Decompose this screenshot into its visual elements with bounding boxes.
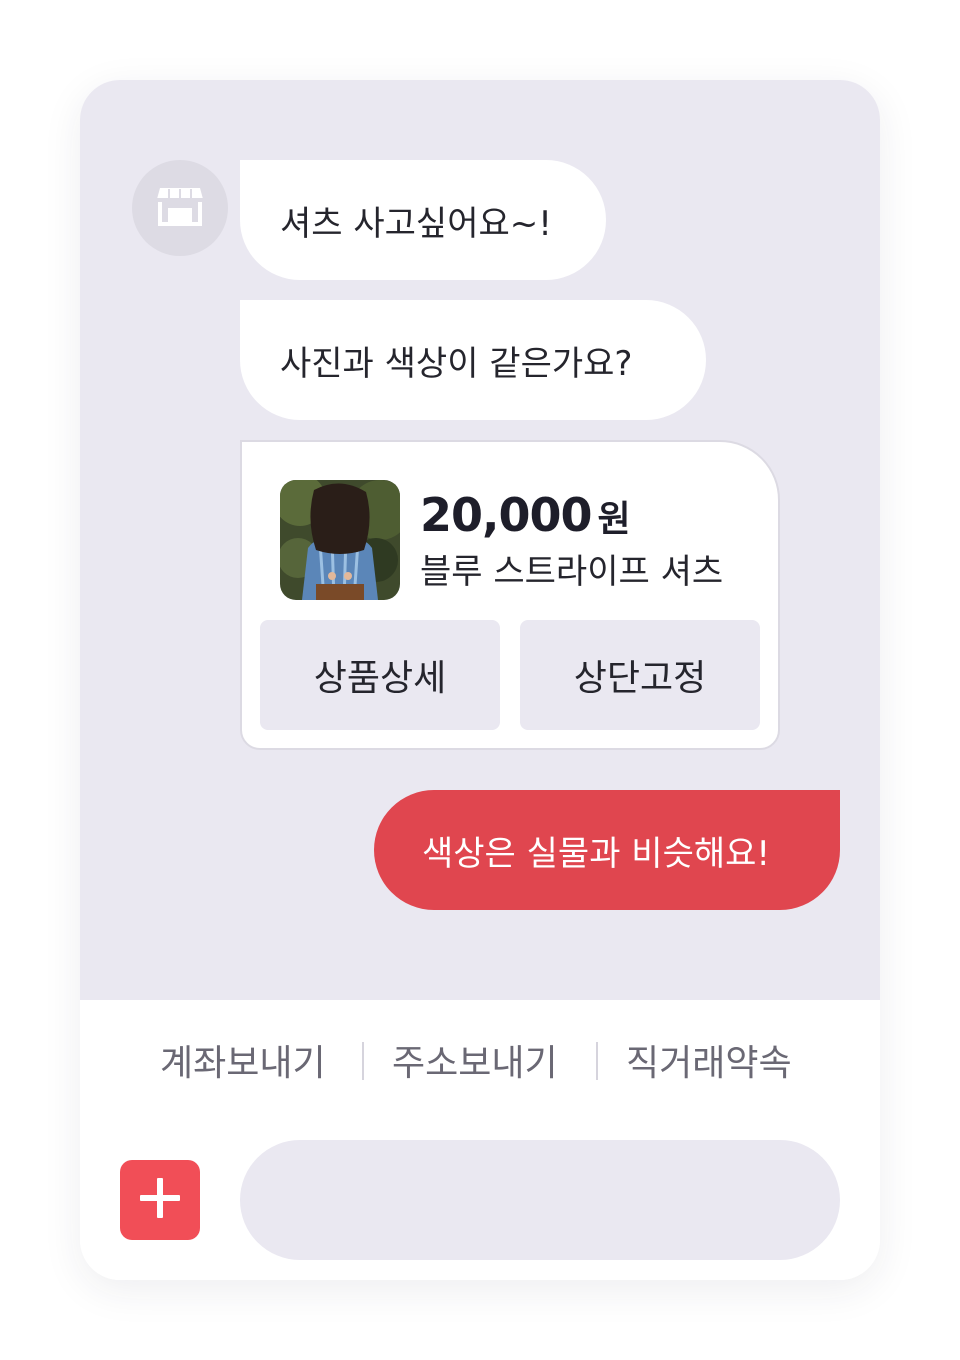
meetup-button[interactable]: 직거래약속	[626, 1030, 792, 1090]
product-name: 블루 스트라이프 셔츠	[420, 552, 724, 592]
price-amount: 20,000	[420, 488, 593, 542]
price-currency: 원	[597, 499, 631, 540]
message-list[interactable]: 셔츠 사고싶어요~! 사진과 색상이 같은가요? 20,000 원 블루 스트라…	[80, 80, 880, 1000]
message-input[interactable]	[240, 1140, 840, 1260]
product-detail-button[interactable]: 상품상세	[260, 620, 500, 730]
quick-actions: 계좌보내기 주소보내기 직거래약속	[80, 1030, 880, 1090]
chat-window: 셔츠 사고싶어요~! 사진과 색상이 같은가요? 20,000 원 블루 스트라…	[80, 80, 880, 1280]
add-attachment-button[interactable]	[120, 1160, 200, 1240]
message-text: 사진과 색상이 같은가요?	[280, 343, 633, 384]
incoming-message: 셔츠 사고싶어요~!	[240, 160, 606, 280]
send-address-button[interactable]: 주소보내기	[392, 1030, 558, 1090]
seller-avatar[interactable]	[132, 160, 228, 256]
product-price: 20,000 원	[420, 488, 631, 542]
product-thumbnail[interactable]	[280, 480, 400, 600]
plus-icon	[138, 1176, 182, 1224]
product-card[interactable]: 20,000 원 블루 스트라이프 셔츠 상품상세 상단고정	[240, 440, 780, 750]
message-text: 셔츠 사고싶어요~!	[280, 203, 552, 244]
incoming-message: 사진과 색상이 같은가요?	[240, 300, 706, 420]
store-icon	[156, 186, 204, 230]
composer-panel: 계좌보내기 주소보내기 직거래약속	[80, 1000, 880, 1280]
outgoing-message: 색상은 실물과 비슷해요!	[374, 790, 840, 910]
send-account-button[interactable]: 계좌보내기	[160, 1030, 326, 1090]
pin-to-top-button[interactable]: 상단고정	[520, 620, 760, 730]
message-text: 색상은 실물과 비슷해요!	[422, 833, 771, 874]
divider	[596, 1042, 598, 1080]
divider	[362, 1042, 364, 1080]
